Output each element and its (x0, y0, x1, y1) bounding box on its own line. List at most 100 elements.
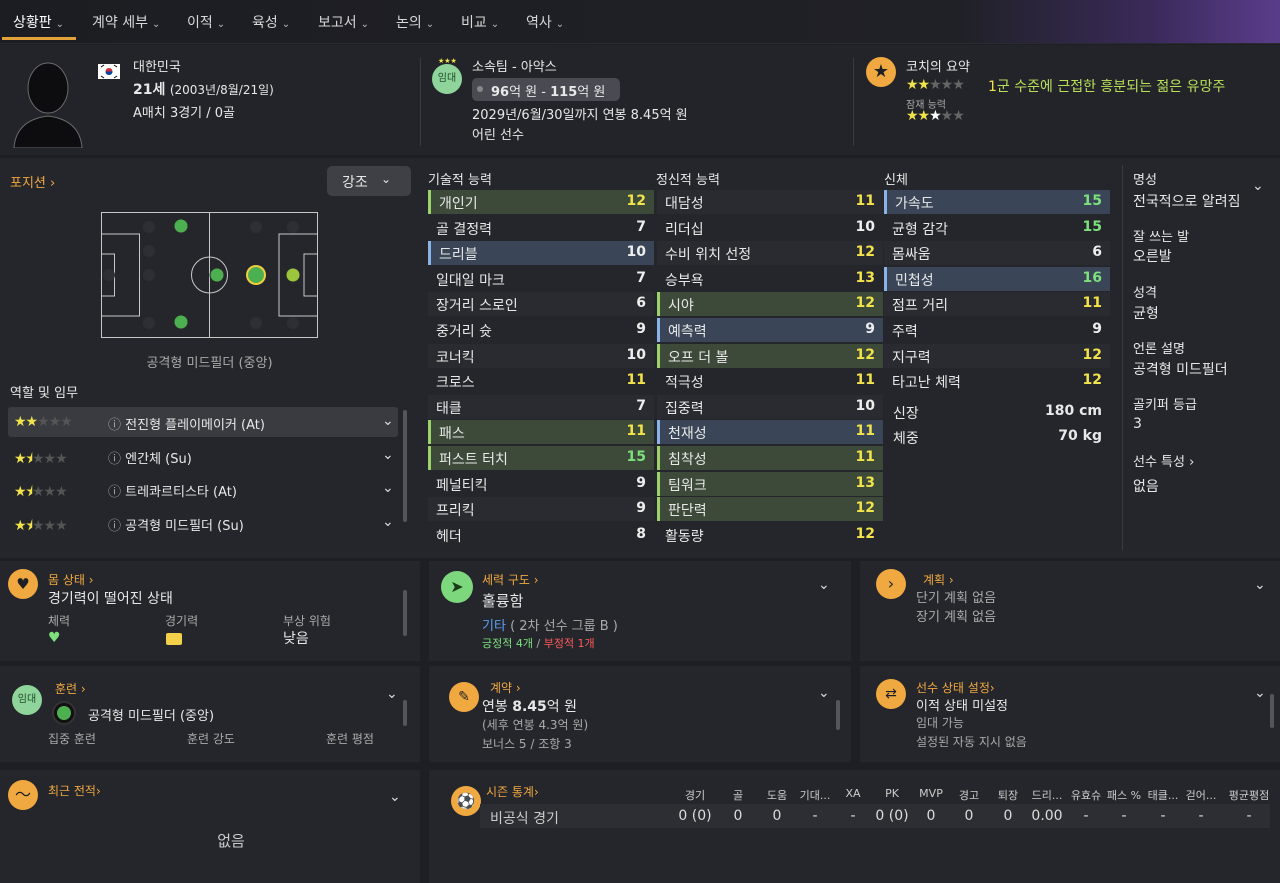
plans-title[interactable]: 계획 › (923, 571, 954, 588)
attribute-row[interactable]: 개인기 12 (428, 190, 654, 214)
dynamics-status: 훌륭함 (482, 592, 524, 610)
stats-column-header[interactable]: 골 (720, 787, 756, 803)
attribute-value: 9 (636, 474, 646, 491)
stats-column-header[interactable]: 경고 (951, 787, 987, 803)
chevron-down-icon[interactable]: ⌄ (382, 514, 394, 530)
attribute-row[interactable]: 오프 더 볼 12 (657, 343, 883, 368)
role-name[interactable]: ⓘ 공격형 미드필더 (Su) (108, 515, 244, 534)
attribute-row[interactable]: 코너킥 10 (428, 343, 654, 368)
attribute-row[interactable]: 예측력 9 (657, 318, 883, 342)
attribute-row[interactable]: 팀워크 13 (657, 471, 883, 496)
attribute-row[interactable]: 균형 감각 15 (884, 216, 1110, 240)
attribute-row[interactable]: 퍼스트 터치 15 (428, 446, 654, 470)
condition-status: 경기력이 떨어진 상태 (48, 591, 173, 607)
stats-column-header[interactable]: 패스 % (1106, 787, 1142, 803)
attribute-row[interactable]: 몸싸움 6 (884, 241, 1110, 266)
attribute-row[interactable]: 리더십 10 (657, 216, 883, 240)
attribute-row[interactable]: 프리킥 9 (428, 497, 654, 522)
chevron-down-icon[interactable]: ⌄ (382, 413, 394, 429)
tab-contract-details[interactable]: 계약 세부 ⌄ (92, 12, 160, 32)
chevron-down-icon[interactable]: ⌄ (382, 447, 394, 463)
attribute-row[interactable]: 타고난 체력 12 (884, 369, 1110, 393)
attribute-row[interactable]: 점프 거리 11 (884, 292, 1110, 317)
stats-column-header[interactable]: 평균평점 (1224, 787, 1274, 803)
swap-icon: ⇄ (876, 679, 906, 709)
chevron-down-icon[interactable]: ⌄ (386, 686, 398, 702)
status-title[interactable]: 선수 상태 설정› (916, 679, 995, 696)
stats-column-header[interactable]: PK (874, 787, 910, 800)
condition-title[interactable]: 몸 상태 › (48, 571, 94, 588)
attribute-row[interactable]: 수비 위치 선정 12 (657, 241, 883, 266)
attribute-row[interactable]: 활동량 12 (657, 523, 883, 547)
tab-development[interactable]: 육성 ⌄ (252, 12, 290, 32)
attribute-row[interactable]: 가속도 15 (884, 190, 1110, 214)
stats-column-header[interactable]: 걷어... (1183, 787, 1219, 803)
chevron-down-icon[interactable]: ⌄ (1252, 178, 1264, 194)
chevron-down-icon[interactable]: ⌄ (818, 685, 830, 701)
attribute-row[interactable]: 침착성 11 (657, 446, 883, 470)
role-name[interactable]: ⓘ 엔간체 (Su) (108, 448, 192, 467)
roles-scrollbar[interactable] (403, 410, 407, 522)
stats-column-header[interactable]: 태클... (1145, 787, 1181, 803)
scrollbar[interactable] (1270, 694, 1274, 728)
tab-compare[interactable]: 비교 ⌄ (461, 12, 499, 32)
tab-overview[interactable]: 상황판 ⌄ (13, 12, 64, 32)
chevron-down-icon[interactable]: ⌄ (818, 577, 830, 593)
attribute-row[interactable]: 패스 11 (428, 420, 654, 445)
attribute-value: 10 (855, 397, 875, 414)
form-title[interactable]: 최근 전적› (48, 782, 101, 799)
attribute-row[interactable]: 적극성 11 (657, 369, 883, 393)
stats-column-header[interactable]: 퇴장 (990, 787, 1026, 803)
stats-cell: - (850, 808, 856, 824)
chevron-down-icon[interactable]: ⌄ (382, 480, 394, 496)
attribute-row[interactable]: 헤더 8 (428, 523, 654, 547)
chevron-down-icon: ⌄ (55, 19, 65, 30)
chevron-down-icon[interactable]: ⌄ (1254, 685, 1266, 701)
attribute-row[interactable]: 판단력 12 (657, 497, 883, 522)
attribute-row[interactable]: 드리블 10 (428, 241, 654, 266)
attribute-row[interactable]: 페널티킥 9 (428, 472, 654, 496)
chevron-down-icon[interactable]: ⌄ (389, 789, 401, 805)
attribute-row[interactable]: 일대일 마크 7 (428, 267, 654, 291)
positions-title[interactable]: 포지션 › (10, 172, 55, 191)
attribute-row[interactable]: 장거리 스로인 6 (428, 292, 654, 317)
attribute-row[interactable]: 크로스 11 (428, 369, 654, 393)
stats-column-header[interactable]: MVP (913, 787, 949, 800)
tab-discussions[interactable]: 논의 ⌄ (396, 12, 434, 32)
stats-column-header[interactable]: 도움 (759, 787, 795, 803)
scrollbar[interactable] (403, 700, 407, 726)
attribute-row[interactable]: 대담성 11 (657, 190, 883, 214)
attribute-row[interactable]: 승부욕 13 (657, 267, 883, 291)
attribute-row[interactable]: 민첩성 16 (884, 266, 1110, 291)
attribute-row[interactable]: 지구력 12 (884, 343, 1110, 368)
weight-label: 체중 (893, 431, 919, 447)
tab-history[interactable]: 역사 ⌄ (526, 12, 564, 32)
season-stats-title[interactable]: 시즌 통계› (486, 783, 539, 800)
tab-transfer[interactable]: 이적 ⌄ (187, 12, 225, 32)
traits-label[interactable]: 선수 특성 › (1133, 451, 1194, 470)
attribute-row[interactable]: 주력 9 (884, 318, 1110, 342)
attribute-row[interactable]: 천재성 11 (657, 420, 883, 445)
attribute-name: 예측력 (668, 324, 707, 340)
stats-column-header[interactable]: 드리... (1029, 787, 1065, 803)
attribute-row[interactable]: 중거리 슛 9 (428, 318, 654, 342)
highlight-button[interactable] (327, 166, 411, 196)
stats-column-header[interactable]: XA (835, 787, 871, 800)
stats-column-header[interactable]: 경기 (677, 787, 713, 803)
attribute-name: 천재성 (668, 426, 707, 443)
scrollbar[interactable] (836, 700, 840, 730)
stats-column-header[interactable]: 기대... (797, 787, 833, 803)
attribute-row[interactable]: 골 결정력 7 (428, 216, 654, 240)
training-title[interactable]: 훈련 › (55, 680, 86, 697)
stats-column-header[interactable]: 유효슈 (1068, 787, 1104, 803)
role-name[interactable]: ⓘ 트레콰르티스타 (At) (108, 481, 237, 500)
contract-title[interactable]: 계약 › (490, 679, 521, 696)
attribute-row[interactable]: 시야 12 (657, 292, 883, 317)
attribute-row[interactable]: 태클 7 (428, 394, 654, 419)
chevron-down-icon[interactable]: ⌄ (1254, 577, 1266, 593)
scrollbar[interactable] (403, 590, 407, 636)
dynamics-title[interactable]: 세력 구도 › (482, 571, 539, 588)
tab-reports[interactable]: 보고서 ⌄ (318, 12, 369, 32)
attribute-row[interactable]: 집중력 10 (657, 394, 883, 419)
attribute-name: 균형 감각 (892, 221, 948, 238)
